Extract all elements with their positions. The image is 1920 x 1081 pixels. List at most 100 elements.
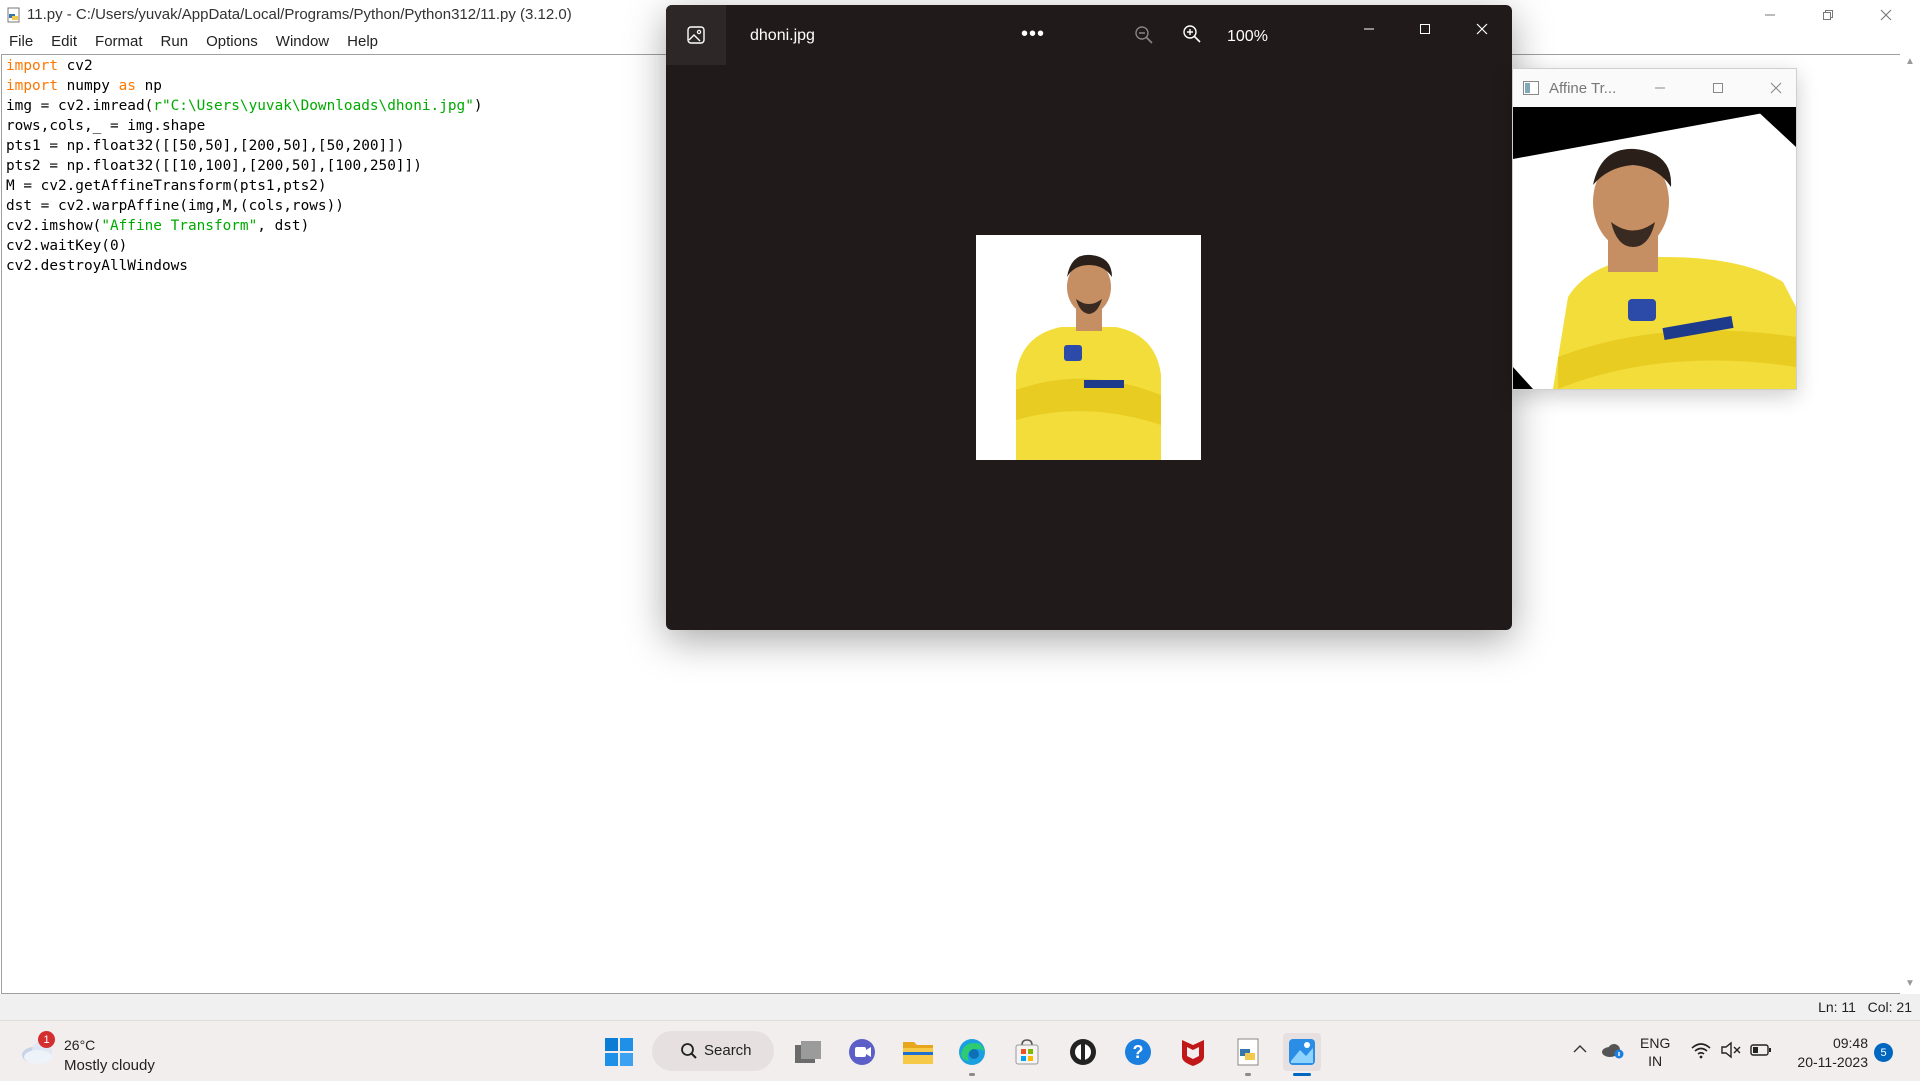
app-logo-icon [1070,1039,1096,1065]
edge-browser-button[interactable] [953,1033,991,1071]
warped-portrait [1513,107,1796,389]
close-icon [1770,82,1782,94]
code-token: cv2.imshow( [6,218,102,234]
task-view-icon [795,1041,821,1063]
start-button[interactable] [600,1033,638,1071]
opencv-window-icon [1523,81,1539,95]
code-token: img = cv2.imread( [6,98,154,114]
get-help-button[interactable]: ? [1119,1033,1157,1071]
column-number: Col: 21 [1867,999,1912,1015]
affine-titlebar[interactable]: Affine Tr... [1513,69,1796,107]
help-icon: ? [1125,1039,1151,1065]
teams-chat-button[interactable] [843,1033,881,1071]
code-line: pts1 = np.float32([[50,50],[200,50],[50,… [6,138,405,154]
weather-condition: Mostly cloudy [64,1057,155,1074]
python-idle-icon [1237,1038,1259,1066]
code-line: cv2.destroyAllWindows [6,258,188,274]
maximize-icon [1420,24,1430,34]
code-line: pts2 = np.float32([[10,100],[200,50],[10… [6,158,422,174]
close-icon [1880,9,1892,20]
code-line: import cv2 [6,56,483,76]
minimize-icon [1364,28,1374,30]
code-line: img = cv2.imread(r"C:\Users\yuvak\Downlo… [6,96,483,116]
photos-app-button[interactable] [1283,1033,1321,1071]
teams-icon [849,1039,875,1065]
running-indicator [1245,1073,1251,1076]
code-line: cv2.waitKey(0) [6,238,128,254]
app-button[interactable] [1064,1033,1102,1071]
vertical-scrollbar[interactable]: ▲ ▼ [1900,54,1920,994]
menu-file[interactable]: File [0,30,42,54]
time: 09:48 [1832,1035,1868,1051]
keyword: import [6,78,58,94]
onedrive-icon[interactable] [1600,1041,1624,1059]
menu-window[interactable]: Window [267,30,338,54]
maximize-button[interactable] [1706,78,1730,98]
search-icon [681,1043,697,1059]
more-options-button[interactable]: ••• [1021,23,1045,46]
cursor-position: Ln: 11 Col: 21 [1818,999,1912,1015]
gallery-button[interactable] [666,5,726,65]
code-line: import numpy as np [6,76,483,96]
menu-run[interactable]: Run [152,30,198,54]
menu-format[interactable]: Format [86,30,152,54]
zoom-level[interactable]: 100% [1227,28,1268,46]
file-name: dhoni.jpg [750,27,815,44]
restore-icon [1823,9,1833,20]
status-bar: Ln: 11 Col: 21 [0,994,1920,1020]
transformed-image [1513,107,1796,389]
zoom-in-icon[interactable] [1182,24,1202,44]
gallery-icon [687,26,705,44]
taskbar: 1 26°C Mostly cloudy Search ? ENG IN 09:… [0,1020,1920,1081]
code-text[interactable]: import cv2 import numpy as np img = cv2.im… [6,56,483,276]
minimize-button[interactable] [1354,17,1384,41]
close-button[interactable] [1467,17,1497,41]
code-token: ) [473,98,483,114]
close-button[interactable] [1857,0,1915,29]
mcafee-shield-icon [1182,1040,1204,1066]
menu-help[interactable]: Help [338,30,387,54]
menu-edit[interactable]: Edit [42,30,86,54]
file-explorer-button[interactable] [899,1033,937,1071]
scroll-up-icon[interactable]: ▲ [1905,56,1915,67]
menu-bar: File Edit Format Run Options Window Help [0,30,387,54]
microsoft-store-button[interactable] [1008,1033,1046,1071]
photos-icon [1289,1039,1315,1065]
restore-button[interactable] [1799,0,1857,29]
string-literal: "Affine Transform" [101,218,258,234]
taskbar-search[interactable]: Search [652,1031,774,1071]
windows-logo-icon [605,1038,633,1066]
system-clock[interactable]: 09:48 20-11-2023 [1790,1034,1868,1072]
input-language[interactable]: ENG IN [1640,1034,1670,1070]
minimize-button[interactable] [1648,78,1672,98]
store-icon [1015,1039,1039,1065]
chevron-up-icon[interactable] [1572,1041,1588,1057]
photos-viewer-window: dhoni.jpg ••• 100% [666,5,1512,630]
code-line: cv2.imshow("Affine Transform", dst) [6,216,483,236]
code-token: cv2 [57,58,93,74]
task-view-button[interactable] [789,1033,827,1071]
close-icon [1476,23,1488,35]
wifi-icon[interactable] [1690,1041,1712,1059]
affine-title: Affine Tr... [1549,80,1617,97]
minimize-icon [1765,14,1775,15]
battery-icon[interactable] [1750,1041,1772,1059]
menu-options[interactable]: Options [197,30,267,54]
python-idle-button[interactable] [1229,1033,1267,1071]
zoom-out-icon[interactable] [1134,25,1154,45]
svg-text:?: ? [1133,1042,1144,1062]
weather-widget[interactable]: 1 26°C Mostly cloudy [20,1031,220,1074]
volume-muted-icon[interactable] [1720,1041,1742,1059]
mcafee-button[interactable] [1174,1033,1212,1071]
scroll-down-icon[interactable]: ▼ [1905,978,1915,989]
language-code: ENG [1640,1035,1671,1051]
notification-badge[interactable]: 5 [1874,1043,1893,1062]
close-button[interactable] [1764,78,1788,98]
photo-image [976,235,1201,460]
maximize-button[interactable] [1410,17,1440,41]
string-literal: r"C:\Users\yuvak\Downloads\dhoni.jpg" [153,98,474,114]
window-title: 11.py - C:/Users/yuvak/AppData/Local/Pro… [27,6,572,23]
keyword: import [6,58,58,74]
line-number: Ln: 11 [1818,999,1856,1015]
minimize-button[interactable] [1741,0,1799,29]
